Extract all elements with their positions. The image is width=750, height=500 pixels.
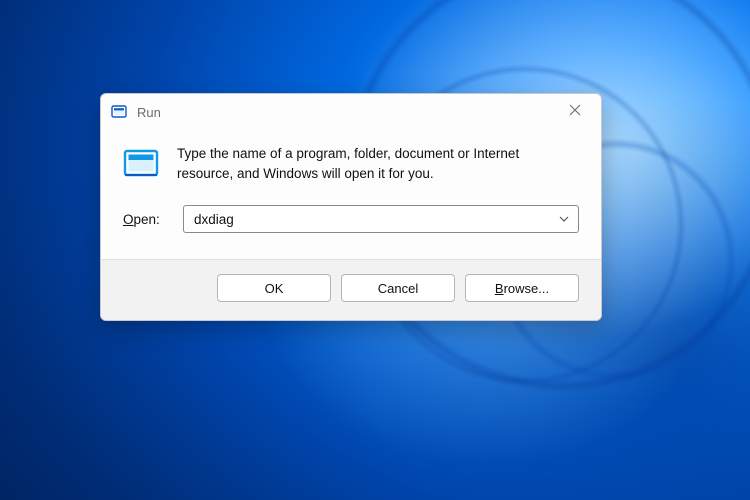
cancel-button[interactable]: Cancel (341, 274, 455, 302)
run-large-icon (123, 146, 159, 182)
chevron-down-icon[interactable] (556, 216, 572, 222)
browse-button[interactable]: Browse... (465, 274, 579, 302)
ok-button[interactable]: OK (217, 274, 331, 302)
dialog-body: Type the name of a program, folder, docu… (101, 130, 601, 259)
open-input[interactable] (194, 212, 556, 227)
button-bar: OK Cancel Browse... (101, 259, 601, 320)
dialog-title: Run (137, 105, 553, 120)
close-button[interactable] (553, 97, 597, 127)
run-icon (111, 104, 127, 120)
description-row: Type the name of a program, folder, docu… (123, 144, 579, 183)
open-label: Open: (123, 212, 167, 227)
open-combobox[interactable] (183, 205, 579, 233)
titlebar[interactable]: Run (101, 94, 601, 130)
description-text: Type the name of a program, folder, docu… (177, 144, 579, 183)
open-row: Open: (123, 205, 579, 233)
close-icon (569, 103, 581, 121)
run-dialog: Run Type the name of a program, folder, … (100, 93, 602, 321)
